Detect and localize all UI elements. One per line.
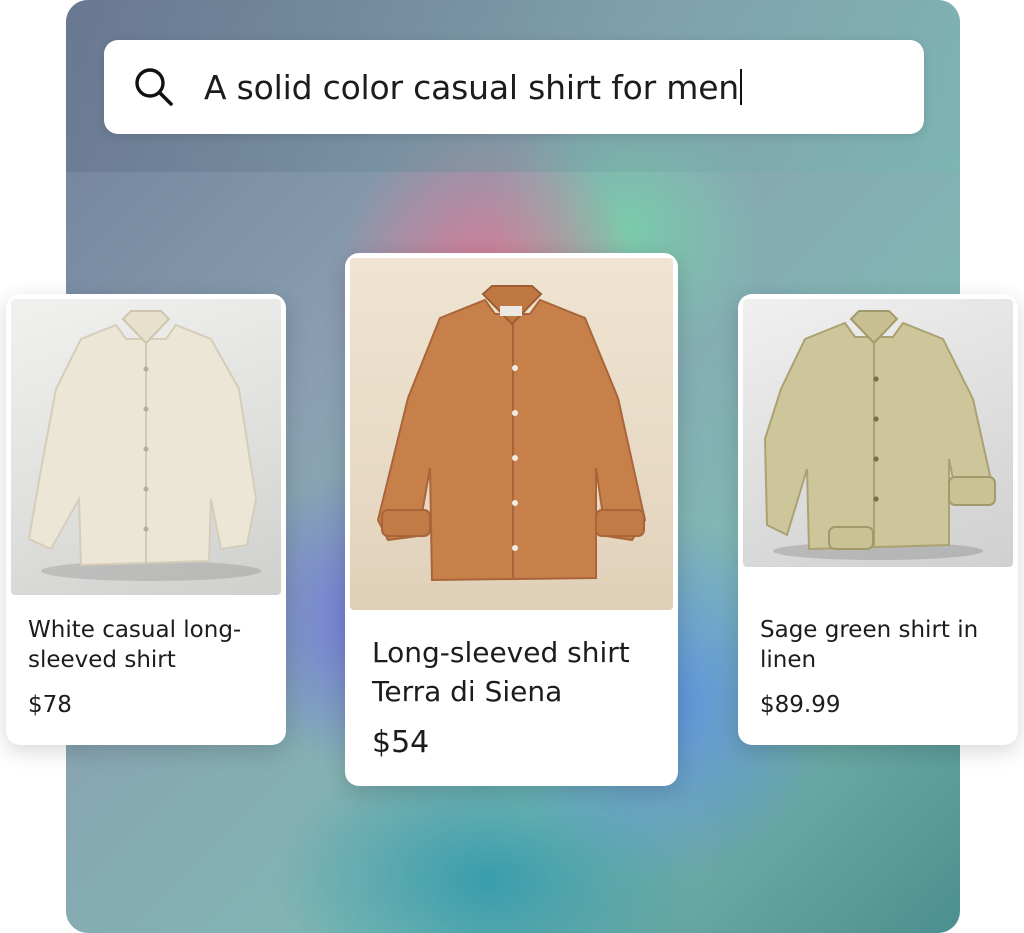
- product-card-terra-shirt[interactable]: Long-sleeved shirt Terra di Siena $54: [345, 253, 678, 786]
- product-name: Long-sleeved shirt Terra di Siena: [372, 636, 630, 709]
- product-search-showcase: A solid color casual shirt for men White…: [0, 0, 1024, 933]
- product-price: $89.99: [760, 692, 841, 718]
- terracotta-shirt-photo: [350, 258, 673, 610]
- search-query-text: A solid color casual shirt for men: [204, 67, 740, 107]
- white-linen-shirt-photo: [11, 299, 281, 595]
- search-icon: [132, 65, 176, 109]
- text-caret: [740, 68, 743, 105]
- product-name: Sage green shirt in linen: [760, 617, 979, 673]
- search-input[interactable]: A solid color casual shirt for men: [204, 67, 743, 107]
- search-bar[interactable]: A solid color casual shirt for men: [104, 40, 924, 134]
- product-card-white-shirt[interactable]: White casual long-sleeved shirt $78: [6, 294, 286, 745]
- product-price: $78: [28, 692, 72, 718]
- product-price: $54: [372, 725, 430, 760]
- sage-linen-shirt-photo: [743, 299, 1013, 567]
- product-name: White casual long-sleeved shirt: [28, 617, 242, 673]
- product-card-sage-shirt[interactable]: Sage green shirt in linen $89.99: [738, 294, 1018, 745]
